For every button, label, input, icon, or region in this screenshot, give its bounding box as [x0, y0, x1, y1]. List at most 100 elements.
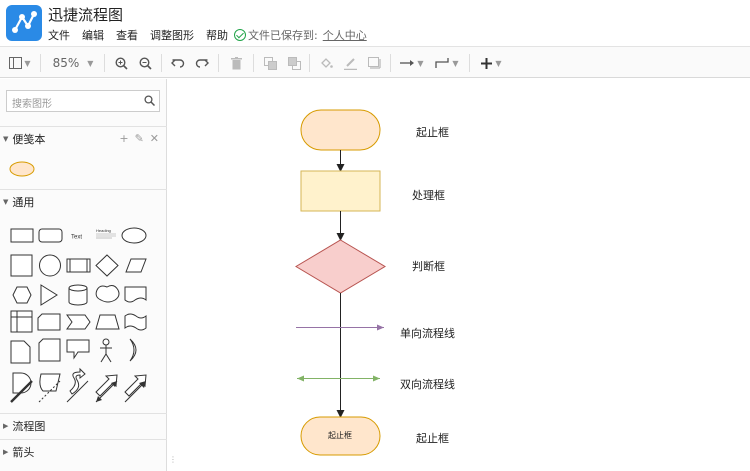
panel-layout-icon: [9, 57, 23, 69]
document-shape[interactable]: [124, 286, 147, 303]
waypoints-button[interactable]: ▼: [433, 53, 461, 73]
pen-icon: [343, 57, 357, 70]
format-panel-button[interactable]: ▼: [6, 53, 34, 73]
process-box-shape[interactable]: [300, 170, 381, 212]
label-end[interactable]: 起止框: [416, 430, 449, 446]
decision-diamond-shape[interactable]: [295, 239, 386, 294]
diamond-shape[interactable]: [95, 254, 119, 277]
plus-icon: [481, 57, 493, 69]
section-notes[interactable]: ▼ 便笺本 + ✎ ✕: [0, 126, 167, 150]
chevron-down-icon: ▼: [87, 58, 94, 68]
app-header: 迅捷流程图 文件 编辑 查看 调整图形 帮助 文件已保存到: 个人中心: [0, 0, 750, 46]
notes-ellipse-shape[interactable]: [9, 161, 35, 177]
menu-file[interactable]: 文件: [48, 27, 70, 43]
delete-button[interactable]: [228, 53, 244, 73]
chevron-down-icon: ▼: [24, 58, 31, 68]
send-back-icon: [287, 56, 301, 70]
step-shape[interactable]: [66, 314, 91, 330]
search-placeholder: 搜索图形: [12, 99, 52, 110]
text-shape[interactable]: Text: [71, 235, 82, 241]
shadow-button[interactable]: [366, 53, 382, 73]
toolbar-divider: [218, 54, 219, 72]
section-general[interactable]: ▼ 通用: [0, 189, 167, 213]
close-icon[interactable]: ✕: [150, 132, 159, 145]
menu-view[interactable]: 查看: [116, 27, 138, 43]
section-flowchart[interactable]: ▶ 流程图: [0, 413, 167, 437]
to-back-button[interactable]: [286, 53, 302, 73]
parallelogram-shape[interactable]: [125, 258, 147, 273]
curved-arrow-shape[interactable]: [69, 367, 86, 395]
shape-search-input[interactable]: 搜索图形: [6, 90, 160, 112]
menu-edit[interactable]: 编辑: [82, 27, 104, 43]
or-shape[interactable]: [129, 338, 137, 362]
label-start[interactable]: 起止框: [416, 124, 449, 140]
cloud-shape[interactable]: [95, 285, 120, 303]
saved-location-link[interactable]: 个人中心: [323, 27, 367, 43]
edit-pencil-icon[interactable]: ✎: [135, 132, 144, 145]
fill-color-button[interactable]: [318, 53, 334, 73]
to-front-button[interactable]: [262, 53, 278, 73]
zoom-out-button[interactable]: [137, 53, 153, 73]
rounded-rectangle-shape[interactable]: [38, 228, 63, 243]
connection-style-button[interactable]: ▼: [398, 53, 426, 73]
collapsed-triangle-icon: ▶: [3, 447, 9, 456]
menu-help[interactable]: 帮助: [206, 27, 228, 43]
heading-text-shape[interactable]: Heading: [96, 228, 116, 239]
chevron-down-icon: ▼: [417, 58, 424, 68]
line-color-button[interactable]: [342, 53, 358, 73]
circle-shape[interactable]: [39, 254, 61, 277]
trash-icon: [230, 56, 242, 69]
end-shape-text: 起止框: [328, 431, 352, 440]
callout-shape[interactable]: [66, 339, 90, 360]
cylinder-shape[interactable]: [68, 284, 88, 306]
diagram-svg: [295, 109, 386, 456]
trapezoid-shape[interactable]: [95, 314, 120, 330]
redo-button[interactable]: [194, 53, 210, 73]
zoom-out-icon: [138, 56, 152, 70]
menu-bar: 文件 编辑 查看 调整图形 帮助 文件已保存到: 个人中心: [48, 27, 367, 43]
chevron-down-icon: ▼: [452, 58, 459, 68]
sidebar-resize-handle[interactable]: ⋮: [169, 455, 177, 464]
section-arrows-title: 箭头: [12, 445, 35, 459]
search-icon[interactable]: [144, 95, 155, 106]
zoom-value: 85%: [52, 56, 80, 70]
label-process[interactable]: 处理框: [412, 187, 445, 203]
section-arrows[interactable]: ▶ 箭头: [0, 439, 167, 463]
undo-button[interactable]: [170, 53, 186, 73]
hexagon-shape[interactable]: [12, 286, 32, 304]
diagram-canvas[interactable]: 起止框 起止框 处理框 判断框 单向流程线 双向流程线 起止框: [178, 79, 750, 471]
section-general-title: 通用: [12, 195, 35, 209]
toolbar-divider: [309, 54, 310, 72]
flowchart-logo-icon: [12, 11, 37, 33]
label-two-way-line[interactable]: 双向流程线: [400, 376, 455, 392]
card-shape[interactable]: [37, 313, 61, 331]
menu-arrange[interactable]: 调整图形: [150, 27, 194, 43]
internal-storage-shape[interactable]: [10, 310, 33, 333]
saved-check-icon: [234, 29, 246, 41]
toolbar-divider: [253, 54, 254, 72]
folded-card-shape[interactable]: [38, 338, 61, 362]
section-notes-tools: + ✎ ✕: [119, 132, 159, 145]
note-shape[interactable]: [10, 340, 31, 364]
insert-button[interactable]: ▼: [477, 53, 505, 73]
start-terminator-shape[interactable]: [300, 109, 381, 151]
zoom-in-icon: [114, 56, 128, 70]
zoom-select[interactable]: 85% ▼: [48, 53, 98, 73]
app-title: 迅捷流程图: [48, 6, 124, 24]
label-one-way-line[interactable]: 单向流程线: [400, 325, 455, 341]
label-decision[interactable]: 判断框: [412, 258, 445, 274]
undo-icon: [171, 59, 185, 68]
triangle-shape[interactable]: [40, 284, 58, 306]
collapsed-triangle-icon: ▶: [3, 421, 9, 430]
rectangle-shape[interactable]: [10, 228, 34, 243]
shape-sidebar: 搜索图形 ▼ 便笺本 + ✎ ✕ ▼ 通用 Text Heading ▶ 流程图…: [0, 79, 167, 471]
tape-shape[interactable]: [124, 313, 147, 331]
add-icon[interactable]: +: [119, 132, 128, 145]
stored-data-shape[interactable]: [39, 373, 61, 392]
square-shape[interactable]: [10, 254, 33, 277]
fill-bucket-icon: [320, 57, 333, 68]
section-notes-title: 便笺本: [12, 132, 46, 146]
zoom-in-button[interactable]: [113, 53, 129, 73]
save-status: 文件已保存到:: [248, 29, 318, 42]
ellipse-shape[interactable]: [121, 227, 147, 244]
